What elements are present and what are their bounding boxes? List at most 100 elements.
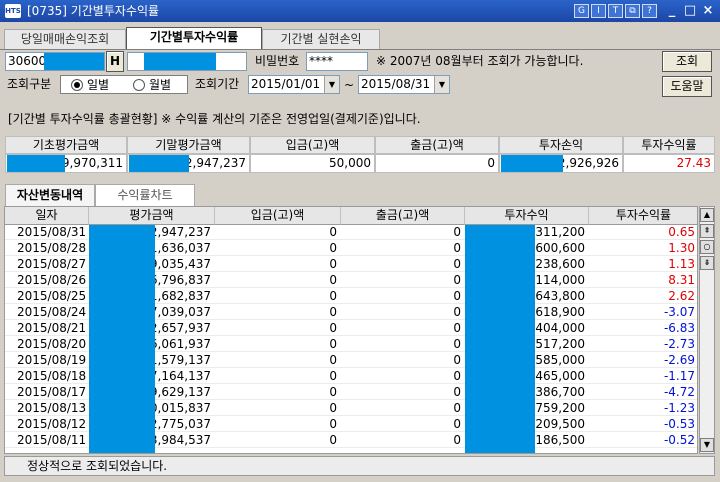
pnl-column-mask	[465, 225, 535, 453]
cell-return-rate: -2.73	[663, 337, 695, 351]
account-type-button[interactable]: H	[106, 51, 124, 72]
summary-withdrawal: 0	[375, 154, 499, 173]
col-return-rate[interactable]: 투자수익률	[589, 207, 697, 225]
account-mask	[44, 53, 104, 70]
col-deposit[interactable]: 입금(고)액	[215, 207, 341, 225]
cell-date: 2015/08/25	[17, 289, 87, 303]
cell-date: 2015/08/24	[17, 305, 87, 319]
notice-text: ※ 2007년 08월부터 조회가 가능합니다.	[376, 54, 584, 68]
link-icon[interactable]: G	[574, 4, 589, 18]
app-icon: HTS	[5, 4, 21, 18]
cell-date: 2015/08/31	[17, 225, 87, 239]
summary-header-begin-eval: 기초평가금액	[5, 136, 127, 154]
col-invest-pnl[interactable]: 투자수익	[465, 207, 589, 225]
cell-deposit: 0	[329, 289, 337, 303]
help-icon[interactable]: ?	[642, 4, 657, 18]
type-label: 조회구분	[7, 77, 52, 91]
cell-return-rate: -6.83	[663, 321, 695, 335]
cell-date: 2015/08/26	[17, 273, 87, 287]
end-date-value: 2015/08/31	[361, 77, 431, 91]
scroll-up-icon[interactable]: ▲	[700, 208, 714, 222]
cell-return-rate: -0.53	[663, 417, 695, 431]
copy-icon[interactable]: ⧉	[625, 4, 640, 18]
summary-end-eval: 2,947,237	[127, 154, 250, 173]
cell-date: 2015/08/12	[17, 417, 87, 431]
summary-return-rate: 27.43	[623, 154, 715, 173]
text-icon[interactable]: T	[608, 4, 623, 18]
cell-return-rate: -4.72	[663, 385, 695, 399]
tab-divider	[0, 49, 720, 50]
status-bar: 정상적으로 조회되었습니다.	[4, 456, 715, 476]
cell-date: 2015/08/18	[17, 369, 87, 383]
summary-header-deposit: 입금(고)액	[250, 136, 375, 154]
query-button[interactable]: 조회	[662, 51, 712, 72]
grid-header: 일자 평가금액 입금(고)액 출금(고)액 투자수익 투자수익률	[5, 207, 697, 225]
cell-return-rate: 1.30	[668, 241, 695, 255]
type-radio-group: 일별 월별	[60, 75, 188, 94]
asset-change-grid: 일자 평가금액 입금(고)액 출금(고)액 투자수익 투자수익률 2015/08…	[4, 206, 698, 454]
tab-period-return[interactable]: 기간별투자수익률	[126, 27, 262, 50]
cell-deposit: 0	[329, 305, 337, 319]
summary-note: [기간별 투자수익률 총괄현황] ※ 수익률 계산의 기준은 전영업일(결제기준…	[8, 112, 421, 126]
cell-deposit: 0	[329, 417, 337, 431]
close-button[interactable]: ×	[700, 3, 716, 19]
summary-header-end-eval: 기말평가금액	[127, 136, 250, 154]
cell-return-rate: -0.52	[663, 433, 695, 447]
chevron-down-icon[interactable]: ▼	[324, 76, 339, 93]
date-tilde: ~	[344, 78, 355, 92]
summary-header-invest-pnl: 투자손익	[499, 136, 623, 154]
cell-return-rate: -3.07	[663, 305, 695, 319]
cell-deposit: 0	[329, 385, 337, 399]
cell-withdrawal: 0	[453, 385, 461, 399]
cell-withdrawal: 0	[453, 353, 461, 367]
col-date[interactable]: 일자	[5, 207, 89, 225]
window-title: [0735] 기간별투자수익률	[27, 4, 160, 18]
radio-monthly-label: 월별	[149, 78, 172, 92]
minimize-button[interactable]: _	[664, 3, 680, 19]
radio-monthly[interactable]	[133, 79, 145, 91]
summary-invest-pnl-value: 2,926,926	[557, 156, 619, 170]
scroll-top-icon[interactable]: ⇞	[700, 224, 714, 238]
chevron-down-icon[interactable]: ▼	[434, 76, 449, 93]
cell-deposit: 0	[329, 241, 337, 255]
tab-daily-trade-pnl[interactable]: 당일매매손익조회	[4, 29, 126, 50]
cell-date: 2015/08/28	[17, 241, 87, 255]
tab-asset-changes[interactable]: 자산변동내역	[5, 184, 95, 206]
password-label: 비밀번호	[255, 54, 300, 68]
value-mask	[501, 155, 563, 172]
start-date-input[interactable]: 2015/01/01 ▼	[248, 75, 340, 94]
cell-withdrawal: 0	[453, 225, 461, 239]
scroll-bottom-icon[interactable]: ⇟	[700, 256, 714, 270]
eval-column-mask	[89, 225, 155, 453]
cell-deposit: 0	[329, 433, 337, 447]
restore-button[interactable]: □	[682, 3, 698, 19]
cell-withdrawal: 0	[453, 337, 461, 351]
tab-return-chart[interactable]: 수익률차트	[95, 184, 195, 206]
summary-header-return-rate: 투자수익률	[623, 136, 715, 154]
scroll-down-icon[interactable]: ▼	[700, 438, 714, 452]
account-input[interactable]: 30600	[5, 52, 105, 71]
cell-deposit: 0	[329, 225, 337, 239]
radio-daily[interactable]	[71, 79, 83, 91]
cell-withdrawal: 0	[453, 417, 461, 431]
cell-withdrawal: 0	[453, 321, 461, 335]
cell-deposit: 0	[329, 257, 337, 271]
info-icon[interactable]: I	[591, 4, 606, 18]
cell-date: 2015/08/17	[17, 385, 87, 399]
cell-date: 2015/08/19	[17, 353, 87, 367]
col-eval-amount[interactable]: 평가금액	[89, 207, 215, 225]
cell-deposit: 0	[329, 369, 337, 383]
grid-scrollbar[interactable]: ▲ ⇞ ○ ⇟ ▼	[699, 206, 715, 454]
main-tabs: 당일매매손익조회 기간별투자수익률 기간별 실현손익	[0, 27, 720, 50]
help-button[interactable]: 도움말	[662, 76, 712, 97]
cell-withdrawal: 0	[453, 305, 461, 319]
summary-invest-pnl: 2,926,926	[499, 154, 623, 173]
end-date-input[interactable]: 2015/08/31 ▼	[358, 75, 450, 94]
radio-daily-label: 일별	[87, 78, 110, 92]
col-withdrawal[interactable]: 출금(고)액	[341, 207, 465, 225]
password-input[interactable]: ****	[306, 52, 368, 71]
cell-deposit: 0	[329, 353, 337, 367]
scroll-center-icon[interactable]: ○	[700, 240, 714, 254]
cell-return-rate: -2.69	[663, 353, 695, 367]
tab-period-realized-pnl[interactable]: 기간별 실현손익	[262, 29, 380, 50]
